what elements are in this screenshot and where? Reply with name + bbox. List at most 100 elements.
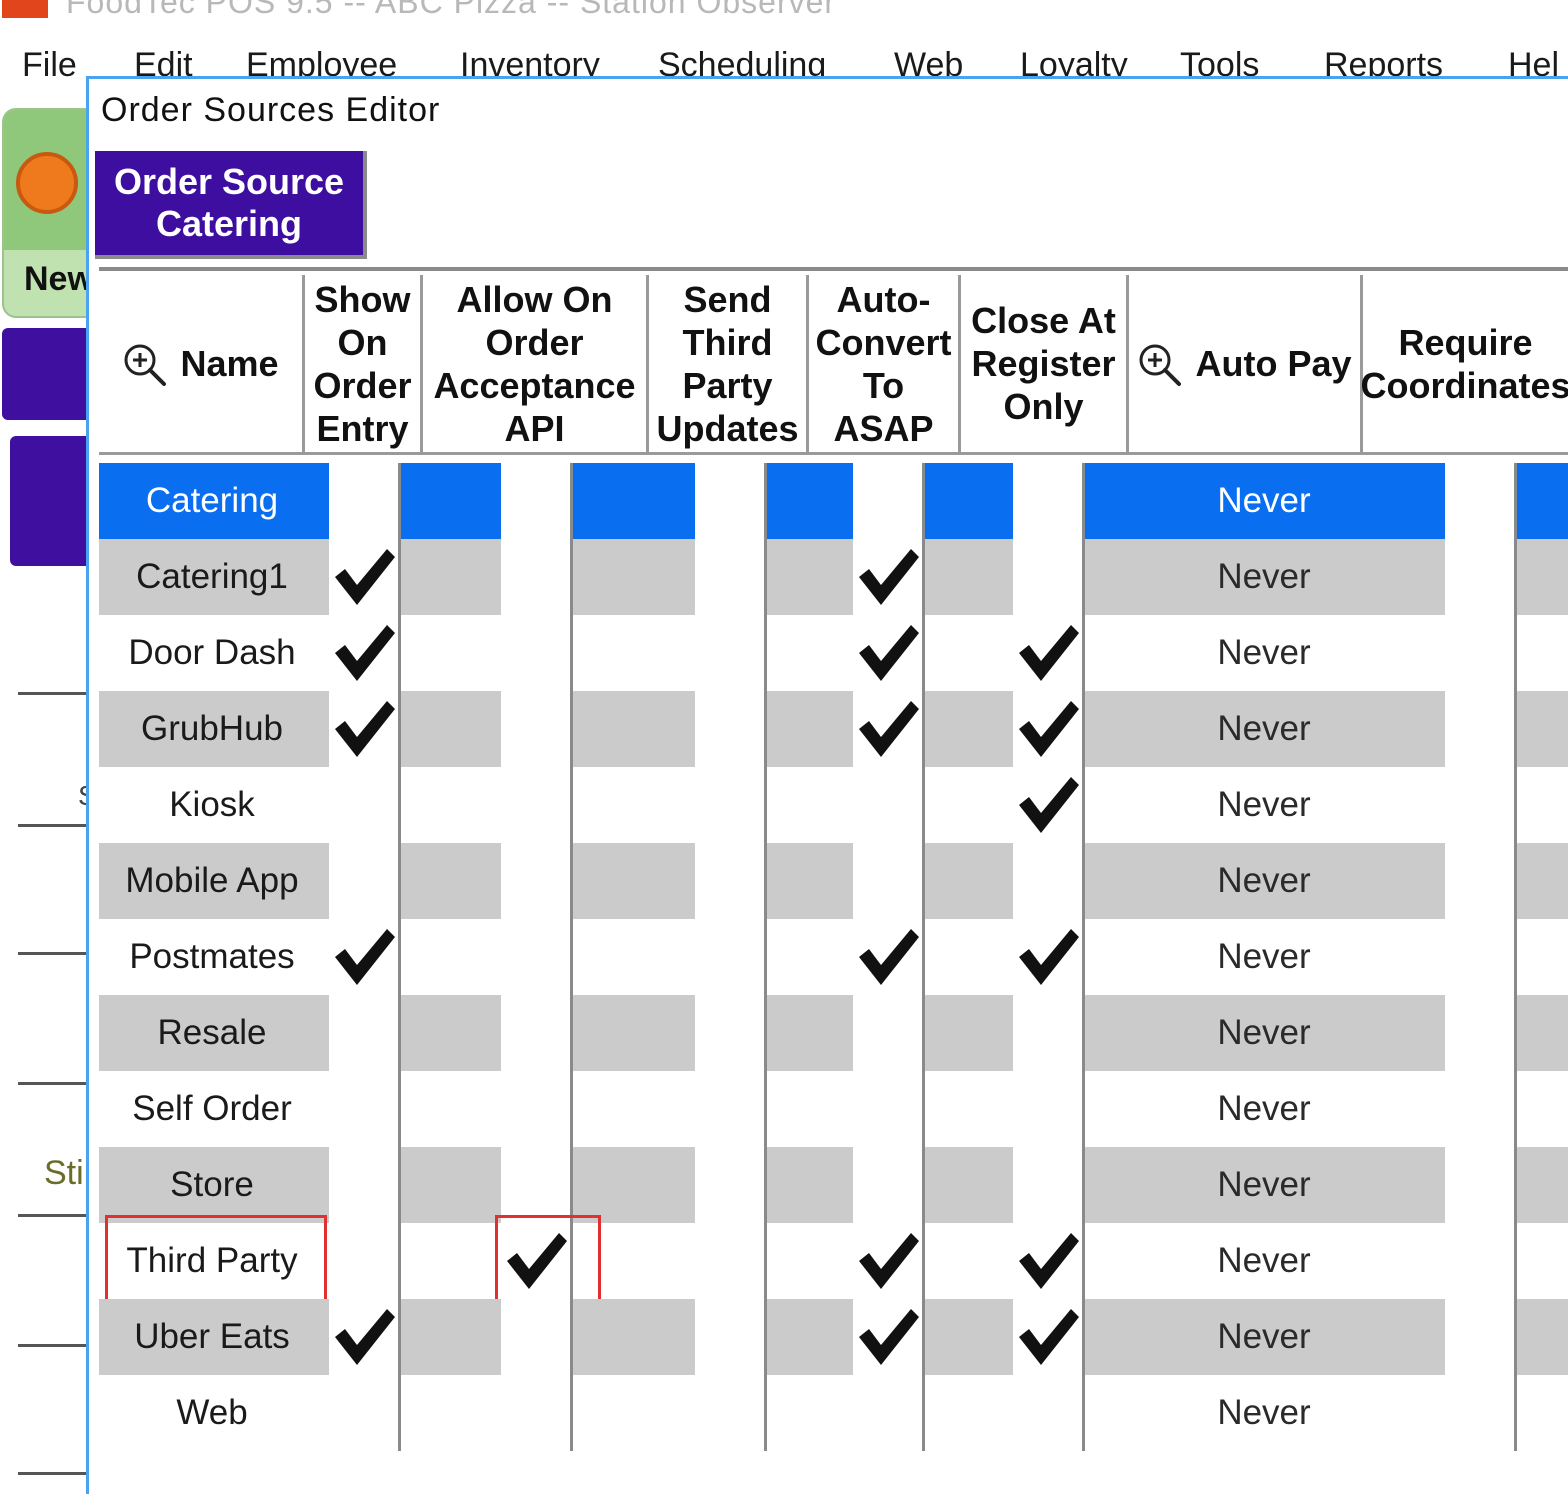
checkbox-close-reg[interactable] [1013,995,1085,1071]
table-row[interactable]: Self Order Never [99,1071,1568,1147]
table-row[interactable]: Catering Never [99,463,1568,539]
checkbox-send-tp[interactable] [695,995,767,1071]
table-row[interactable]: Uber Eats Never [99,1299,1568,1375]
table-row[interactable]: GrubHub Never [99,691,1568,767]
auto-pay-cell[interactable]: Never [1089,615,1439,691]
checkbox-allow-api[interactable] [501,995,573,1071]
row-name-cell[interactable]: GrubHub [99,691,325,767]
row-name-cell[interactable]: Kiosk [99,767,325,843]
checkbox-require-coordinates[interactable] [1445,1147,1517,1223]
row-name-cell[interactable]: Uber Eats [99,1299,325,1375]
checkbox-allow-api[interactable] [501,843,573,919]
checkbox-allow-api[interactable] [501,463,573,539]
menu-file[interactable]: File [22,46,77,85]
checkbox-send-tp[interactable] [695,1071,767,1147]
checkbox-allow-api[interactable] [501,919,573,995]
row-name-cell[interactable]: Web [99,1375,325,1451]
checkbox-close-reg[interactable] [1013,767,1085,843]
checkbox-allow-api[interactable] [501,1223,573,1299]
auto-pay-cell[interactable]: Never [1089,463,1439,539]
checkbox-require-coordinates[interactable] [1445,995,1517,1071]
checkbox-close-reg[interactable] [1013,615,1085,691]
checkbox-auto-asap[interactable] [853,615,925,691]
checkbox-require-coordinates[interactable] [1445,767,1517,843]
checkbox-show[interactable] [329,1375,401,1451]
auto-pay-cell[interactable]: Never [1089,1147,1439,1223]
checkbox-close-reg[interactable] [1013,1299,1085,1375]
auto-pay-cell[interactable]: Never [1089,1375,1439,1451]
checkbox-auto-asap[interactable] [853,1299,925,1375]
table-row[interactable]: Resale Never [99,995,1568,1071]
table-row[interactable]: Postmates Never [99,919,1568,995]
checkbox-auto-asap[interactable] [853,539,925,615]
checkbox-send-tp[interactable] [695,1223,767,1299]
column-header-show-on-order-entry[interactable]: Show On Order Entry [305,275,423,455]
checkbox-auto-asap[interactable] [853,767,925,843]
checkbox-require-coordinates[interactable] [1445,539,1517,615]
checkbox-send-tp[interactable] [695,1299,767,1375]
checkbox-send-tp[interactable] [695,615,767,691]
checkbox-close-reg[interactable] [1013,539,1085,615]
column-header-auto-pay[interactable]: Auto Pay [1129,275,1363,455]
checkbox-auto-asap[interactable] [853,919,925,995]
auto-pay-cell[interactable]: Never [1089,1071,1439,1147]
checkbox-send-tp[interactable] [695,1147,767,1223]
checkbox-require-coordinates[interactable] [1445,843,1517,919]
checkbox-require-coordinates[interactable] [1445,615,1517,691]
checkbox-show[interactable] [329,1223,401,1299]
checkbox-close-reg[interactable] [1013,463,1085,539]
checkbox-send-tp[interactable] [695,919,767,995]
checkbox-close-reg[interactable] [1013,1071,1085,1147]
row-name-cell[interactable]: Postmates [99,919,325,995]
checkbox-show[interactable] [329,539,401,615]
auto-pay-cell[interactable]: Never [1089,1299,1439,1375]
checkbox-auto-asap[interactable] [853,995,925,1071]
checkbox-show[interactable] [329,1147,401,1223]
checkbox-close-reg[interactable] [1013,1147,1085,1223]
row-name-cell[interactable]: Catering [99,463,325,539]
auto-pay-cell[interactable]: Never [1089,1223,1439,1299]
table-row[interactable]: Third Party Never [99,1223,1568,1299]
table-row[interactable]: Kiosk Never [99,767,1568,843]
auto-pay-cell[interactable]: Never [1089,843,1439,919]
checkbox-require-coordinates[interactable] [1445,1223,1517,1299]
checkbox-allow-api[interactable] [501,1299,573,1375]
checkbox-require-coordinates[interactable] [1445,1375,1517,1451]
checkbox-auto-asap[interactable] [853,1147,925,1223]
checkbox-send-tp[interactable] [695,691,767,767]
checkbox-show[interactable] [329,1299,401,1375]
row-name-cell[interactable]: Resale [99,995,325,1071]
checkbox-allow-api[interactable] [501,615,573,691]
auto-pay-cell[interactable]: Never [1089,539,1439,615]
checkbox-require-coordinates[interactable] [1445,919,1517,995]
column-header-name[interactable]: Name [99,275,305,455]
checkbox-show[interactable] [329,691,401,767]
checkbox-send-tp[interactable] [695,767,767,843]
checkbox-send-tp[interactable] [695,1375,767,1451]
checkbox-show[interactable] [329,463,401,539]
checkbox-send-tp[interactable] [695,463,767,539]
checkbox-close-reg[interactable] [1013,843,1085,919]
checkbox-auto-asap[interactable] [853,1071,925,1147]
auto-pay-cell[interactable]: Never [1089,995,1439,1071]
checkbox-allow-api[interactable] [501,1147,573,1223]
checkbox-close-reg[interactable] [1013,1375,1085,1451]
checkbox-show[interactable] [329,843,401,919]
row-name-cell[interactable]: Catering1 [99,539,325,615]
checkbox-allow-api[interactable] [501,1375,573,1451]
row-name-cell[interactable]: Door Dash [99,615,325,691]
column-header-allow-on-order-acceptance-api[interactable]: Allow On Order Acceptance API [423,275,649,455]
zoom-in-icon[interactable] [1137,342,1182,386]
checkbox-allow-api[interactable] [501,539,573,615]
table-row[interactable]: Mobile App Never [99,843,1568,919]
checkbox-show[interactable] [329,995,401,1071]
row-name-cell[interactable]: Store [99,1147,325,1223]
column-header-require-coordinates[interactable]: Require Coordinates [1360,275,1568,455]
row-name-cell[interactable]: Self Order [99,1071,325,1147]
checkbox-close-reg[interactable] [1013,691,1085,767]
table-row[interactable]: Store Never [99,1147,1568,1223]
table-row[interactable]: Web Never [99,1375,1568,1451]
auto-pay-cell[interactable]: Never [1089,691,1439,767]
zoom-in-icon[interactable] [122,342,167,386]
table-row[interactable]: Catering1 Never [99,539,1568,615]
